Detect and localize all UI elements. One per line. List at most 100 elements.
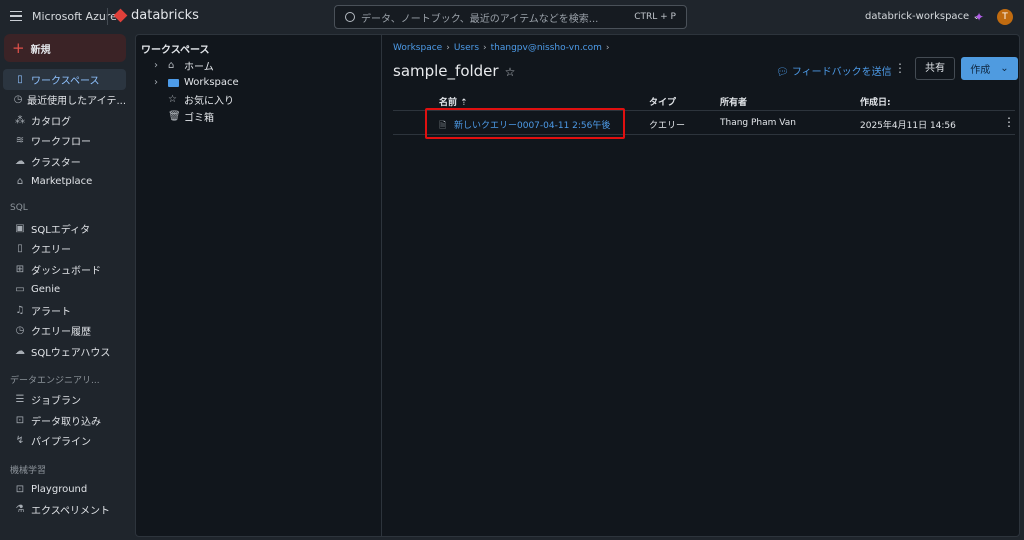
row-owner: Thang Pham Van bbox=[720, 118, 796, 128]
sidebar-item-genie[interactable]: ▭ Genie bbox=[3, 280, 126, 301]
avatar[interactable]: T bbox=[997, 9, 1013, 25]
content-panel: ワークスペース › ⌂ ホーム › Workspace ☆ お気に入り 🗑 ゴミ箱 Wor… bbox=[135, 34, 1020, 537]
sidebar-item-alerts[interactable]: ♫ アラート bbox=[3, 300, 126, 321]
dashboard-icon: ⊞ bbox=[15, 263, 25, 275]
tree-label: Workspace bbox=[184, 77, 239, 88]
tree-title: ワークスペース bbox=[141, 45, 210, 56]
divider bbox=[107, 8, 108, 25]
sidebar-item-workspace[interactable]: ▯ ワークスペース bbox=[3, 69, 126, 90]
chevron-right-icon[interactable]: › bbox=[154, 60, 168, 71]
pipeline-icon: ↯ bbox=[15, 435, 25, 447]
sidebar-label: クエリー bbox=[31, 245, 71, 257]
section-data-engineering: データエンジニアリ... bbox=[10, 376, 100, 386]
query-file-icon: ▯ bbox=[17, 243, 23, 255]
sidebar-label: パイプライン bbox=[31, 437, 91, 449]
sidebar-label: データ取り込み bbox=[31, 416, 101, 428]
tree-item-trash[interactable]: 🗑 ゴミ箱 bbox=[136, 108, 381, 125]
folder-icon bbox=[168, 78, 179, 87]
star-icon[interactable]: ☆ bbox=[505, 65, 516, 79]
store-icon: ⌂ bbox=[16, 176, 24, 188]
tree-label: ゴミ箱 bbox=[184, 113, 214, 124]
page-title: sample_folder ☆ bbox=[393, 62, 515, 80]
section-ml: 機械学習 bbox=[10, 465, 47, 476]
flask-icon: ⚗ bbox=[15, 504, 25, 516]
column-type[interactable]: タイプ bbox=[649, 95, 676, 108]
sidebar-label: Playground bbox=[31, 483, 88, 495]
home-icon: ⌂ bbox=[168, 60, 175, 71]
sidebar-label: クエリー履歴 bbox=[31, 327, 91, 339]
sidebar-item-query-history[interactable]: ◷ クエリー履歴 bbox=[3, 321, 126, 342]
tree-item-home[interactable]: › ⌂ ホーム bbox=[136, 57, 381, 74]
sidebar-label: エクスペリメント bbox=[31, 506, 110, 518]
highlight-box bbox=[425, 108, 625, 139]
search-placeholder: データ、ノートブック、最近のアイテムなどを検索... bbox=[361, 13, 599, 25]
menu-icon[interactable] bbox=[10, 11, 22, 21]
row-created: 2025年4月11日 14:56 bbox=[860, 121, 956, 131]
robot-icon: ⊡ bbox=[15, 483, 25, 495]
workspace-selector[interactable]: databrick-workspace ⌄ bbox=[865, 11, 981, 22]
section-sql: SQL bbox=[10, 203, 28, 213]
sidebar-label: クラスター bbox=[31, 157, 81, 169]
star-icon: ☆ bbox=[168, 94, 177, 105]
trash-icon: 🗑 bbox=[168, 111, 181, 122]
sidebar-item-pipelines[interactable]: ↯ パイプライン bbox=[3, 431, 126, 452]
column-owner[interactable]: 所有者 bbox=[720, 95, 747, 108]
create-label: 作成 bbox=[970, 65, 991, 76]
chevron-right-icon[interactable]: › bbox=[154, 77, 168, 88]
sidebar-label: ジョブラン bbox=[31, 396, 81, 408]
assistant-sparkle-icon[interactable]: ✦ bbox=[974, 10, 984, 24]
row-type: クエリー bbox=[649, 121, 686, 131]
ingest-icon: ⊡ bbox=[15, 414, 25, 426]
azure-brand: Microsoft Azure bbox=[32, 10, 117, 23]
column-name[interactable]: 名前 ⇡ bbox=[439, 95, 468, 108]
cloud-icon: ☁ bbox=[15, 155, 25, 167]
list-icon: ☰ bbox=[15, 394, 25, 406]
feedback-label: フィードバックを送信 bbox=[791, 67, 892, 78]
search-input[interactable]: データ、ノートブック、最近のアイテムなどを検索... CTRL + P bbox=[334, 5, 687, 29]
column-created[interactable]: 作成日: bbox=[860, 95, 891, 108]
sidebar-label: カタログ bbox=[31, 116, 71, 128]
sidebar-item-recents[interactable]: ◷ 最近使用したアイテ... bbox=[3, 90, 126, 111]
breadcrumb-workspace[interactable]: Workspace bbox=[393, 43, 442, 53]
new-button[interactable]: + 新規 bbox=[4, 34, 126, 62]
sidebar-item-playground[interactable]: ⊡ Playground bbox=[3, 479, 126, 500]
genie-icon: ▭ bbox=[15, 284, 25, 296]
tree-item-favorites[interactable]: ☆ お気に入り bbox=[136, 91, 381, 108]
sidebar-item-dashboards[interactable]: ⊞ ダッシュボード bbox=[3, 259, 126, 280]
create-button[interactable]: 作成 ⌄ bbox=[961, 57, 1018, 80]
sidebar-label: SQLウェアハウス bbox=[31, 347, 111, 359]
sidebar-item-workflows[interactable]: ≋ ワークフロー bbox=[3, 131, 126, 152]
sidebar-item-sql-editor[interactable]: ▣ SQLエディタ bbox=[3, 218, 126, 239]
sidebar-label: Marketplace bbox=[31, 176, 93, 188]
sidebar-item-marketplace[interactable]: ⌂ Marketplace bbox=[3, 172, 126, 193]
sidebar-label: Genie bbox=[31, 284, 61, 296]
sidebar-item-job-runs[interactable]: ☰ ジョブラン bbox=[3, 390, 126, 411]
chat-icon: 💬︎ bbox=[776, 67, 792, 78]
sidebar-item-sql-warehouses[interactable]: ☁ SQLウェアハウス bbox=[3, 341, 126, 362]
share-button[interactable]: 共有 bbox=[915, 57, 955, 80]
tree-label: ホーム bbox=[184, 62, 214, 73]
breadcrumb-user[interactable]: thangpv@nissho-vn.com bbox=[491, 43, 602, 53]
sidebar-label: ダッシュボード bbox=[31, 265, 101, 277]
sidebar-item-clusters[interactable]: ☁ クラスター bbox=[3, 151, 126, 172]
page-title-text: sample_folder bbox=[393, 62, 499, 80]
sidebar-item-queries[interactable]: ▯ クエリー bbox=[3, 239, 126, 260]
databricks-brand[interactable]: databricks bbox=[131, 8, 199, 23]
new-label: 新規 bbox=[30, 44, 51, 56]
more-options-icon[interactable]: ⋮ bbox=[894, 61, 906, 75]
breadcrumb-users[interactable]: Users bbox=[454, 43, 479, 53]
sidebar: + 新規 ▯ ワークスペース ◷ 最近使用したアイテ... ⁂ カタログ ≋ ワークフロー… bbox=[0, 34, 134, 540]
tree-label: お気に入り bbox=[184, 96, 234, 107]
row-more-icon[interactable]: ⋮ bbox=[1003, 115, 1015, 129]
sidebar-label: アラート bbox=[31, 306, 71, 318]
history-icon: ◷ bbox=[15, 325, 25, 337]
sidebar-item-experiments[interactable]: ⚗ エクスペリメント bbox=[3, 500, 126, 521]
workspace-tree: ワークスペース › ⌂ ホーム › Workspace ☆ お気に入り 🗑 ゴミ箱 bbox=[136, 35, 382, 536]
chevron-down-icon: ⌄ bbox=[1000, 63, 1009, 74]
feedback-link[interactable]: 💬︎ フィードバックを送信 bbox=[776, 63, 892, 78]
sidebar-item-data-ingestion[interactable]: ⊡ データ取り込み bbox=[3, 410, 126, 431]
tree-item-workspace[interactable]: › Workspace bbox=[136, 74, 381, 91]
sidebar-item-catalog[interactable]: ⁂ カタログ bbox=[3, 110, 126, 131]
top-bar: Microsoft Azure databricks データ、ノートブック、最近… bbox=[0, 0, 1024, 34]
terminal-icon: ▣ bbox=[15, 222, 25, 234]
